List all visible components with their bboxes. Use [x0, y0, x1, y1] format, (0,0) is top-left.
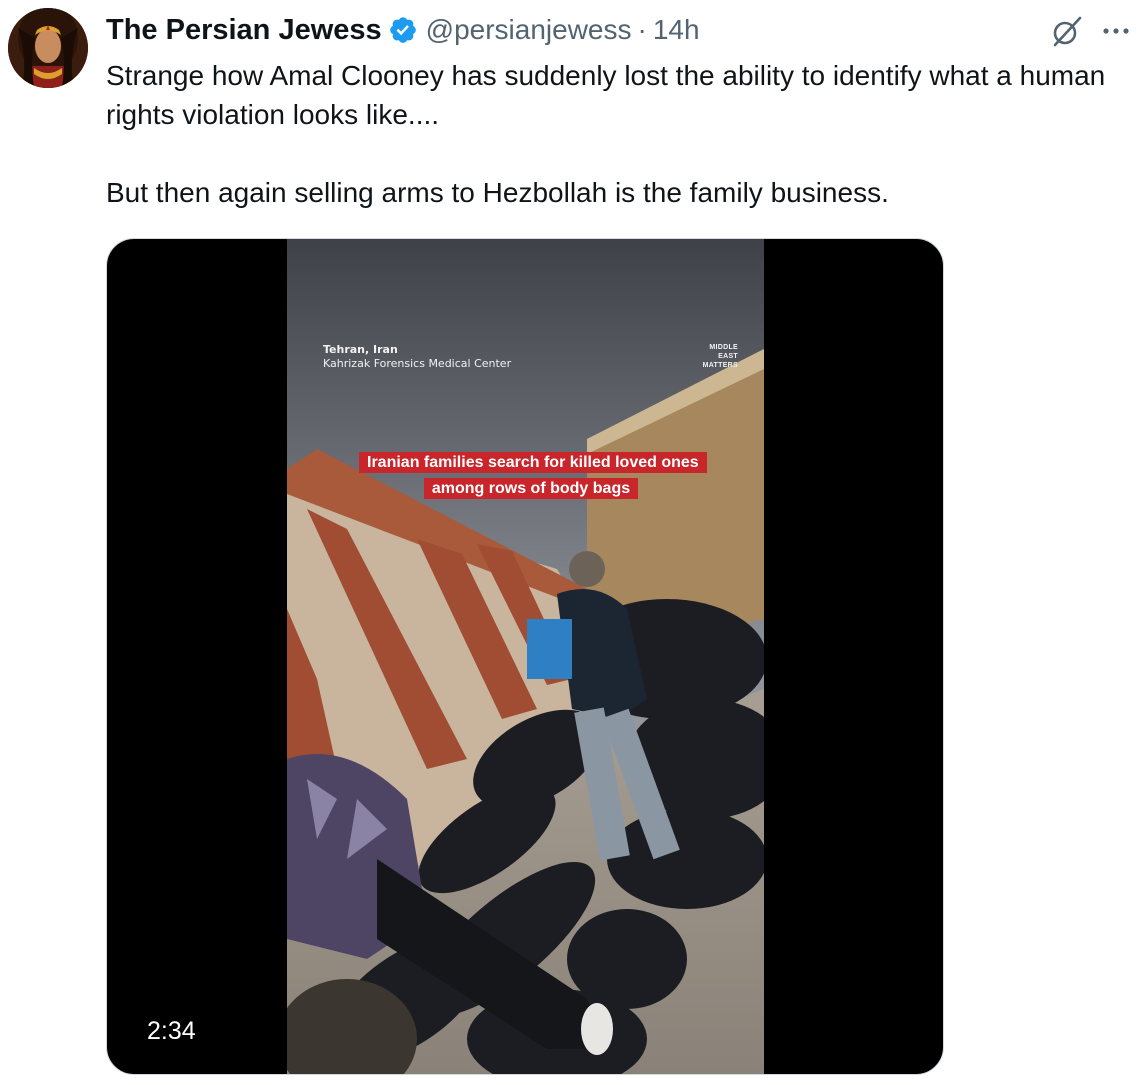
brand-watermark: MIDDLE EAST MATTERS [678, 343, 738, 370]
brand-line: MIDDLE [709, 344, 738, 351]
video-caption-text: Iranian families search for killed loved… [359, 452, 707, 499]
video-caption: Iranian families search for killed loved… [359, 450, 707, 502]
tweet-header: The Persian Jewess @persianjewess · 14h [106, 12, 700, 48]
location-city: Tehran, Iran [323, 343, 398, 356]
tweet-text-line: But then again selling arms to Hezbollah… [106, 177, 889, 208]
display-name[interactable]: The Persian Jewess [106, 14, 382, 47]
separator-dot: · [637, 14, 647, 45]
timestamp[interactable]: 14h [653, 14, 700, 46]
tweet-text-line: Strange how Amal Clooney has suddenly lo… [106, 60, 1106, 130]
video-thumbnail[interactable]: Tehran, Iran Kahrizak Forensics Medical … [287, 239, 764, 1074]
video-player[interactable]: Tehran, Iran Kahrizak Forensics Medical … [106, 238, 944, 1075]
avatar[interactable] [8, 8, 88, 88]
brand-line: EAST [718, 353, 738, 360]
video-duration-badge: 2:34 [137, 1013, 206, 1049]
verified-badge-icon[interactable] [388, 15, 418, 45]
grok-icon[interactable] [1050, 14, 1084, 48]
brand-line: MATTERS [702, 362, 738, 369]
location-place: Kahrizak Forensics Medical Center [323, 357, 512, 370]
tweet-text: Strange how Amal Clooney has suddenly lo… [106, 56, 1136, 212]
tweet[interactable]: The Persian Jewess @persianjewess · 14h … [0, 0, 1147, 1085]
video-location-overlay: Tehran, Iran Kahrizak Forensics Medical … [323, 343, 511, 371]
author-handle[interactable]: @persianjewess [426, 14, 632, 46]
more-icon[interactable] [1096, 14, 1136, 48]
